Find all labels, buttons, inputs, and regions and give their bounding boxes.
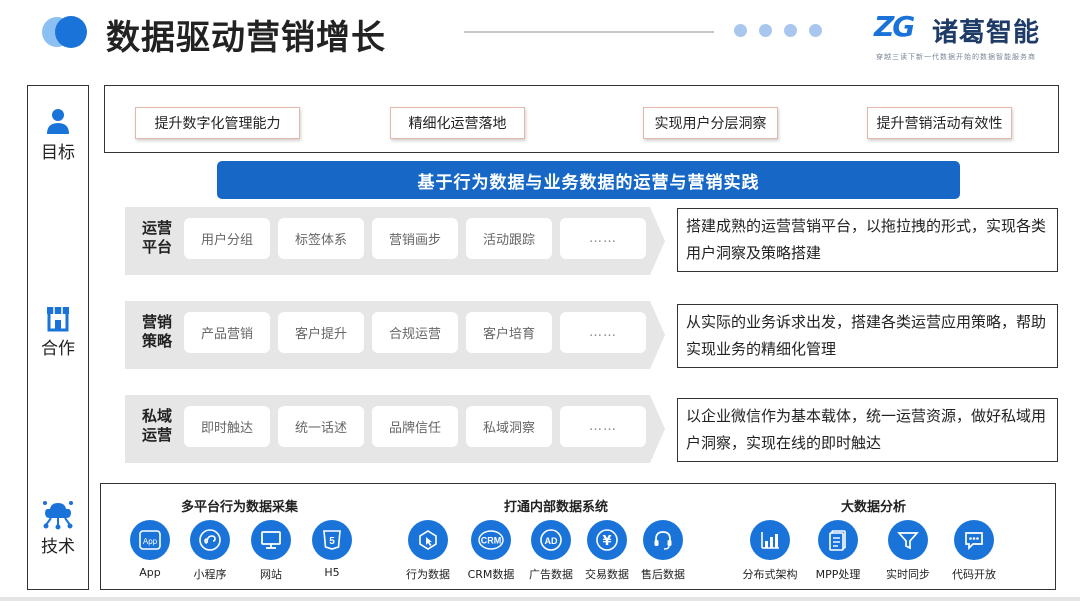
tech-group-title: 打通内部数据系统 — [504, 500, 609, 515]
goals-box: 提升数字化管理能力 精细化运营落地 实现用户分层洞察 提升营销活动有效性 — [104, 85, 1059, 153]
document-icon — [818, 520, 858, 560]
tech-item-realtime-sync: 实时同步 — [875, 520, 941, 582]
row-chip: 私域洞察 — [466, 406, 552, 447]
row-description: 从实际的业务诉求出发，搭建各类运营应用策略，帮助实现业务的精细化管理 — [677, 304, 1058, 368]
category-goal: 目标 — [28, 106, 88, 163]
tech-item-app: App App — [117, 520, 183, 579]
svg-text:¥: ¥ — [602, 534, 611, 549]
category-cooperation-label: 合作 — [41, 339, 75, 359]
goal-item: 实现用户分层洞察 — [643, 107, 778, 139]
tech-item-website: 网站 — [238, 520, 304, 582]
tech-item-h5: 5 H5 — [299, 520, 365, 579]
row-chip: 用户分组 — [184, 218, 270, 259]
title-dots-logo — [40, 12, 96, 52]
bar-chart-icon — [750, 520, 790, 560]
category-tech: 技术 — [28, 498, 88, 557]
funnel-icon — [888, 520, 928, 560]
header-divider — [464, 31, 714, 33]
practice-row-private-domain: 私域 运营 即时触达 统一话述 品牌信任 私域洞察 …… — [125, 395, 665, 463]
headset-icon — [643, 520, 683, 560]
row-description: 搭建成熟的运营营销平台，以拖拉拽的形式，实现各类用户洞察及策略搭建 — [677, 208, 1058, 272]
tech-group-title: 多平台行为数据采集 — [181, 500, 299, 515]
svg-text:AD: AD — [545, 536, 558, 546]
ad-icon: AD — [531, 520, 571, 560]
tech-item-mpp-processing: MPP处理 — [805, 520, 871, 582]
tech-item-open-code: 代码开放 — [941, 520, 1007, 582]
row-chip-more: …… — [560, 312, 646, 353]
header-dots — [734, 24, 822, 37]
brand-logo: ZG 诸葛智能 穿越三读下新一代数据开始的数据智能服务商 — [874, 10, 1074, 61]
row-label: 营销 策略 — [141, 313, 172, 350]
goal-item: 提升营销活动有效性 — [867, 107, 1012, 139]
tech-item-distributed-architecture: 分布式架构 — [737, 520, 803, 582]
person-icon — [47, 109, 69, 134]
tech-item-mini-program: 小程序 — [177, 520, 243, 582]
store-icon — [47, 307, 69, 332]
goal-item: 提升数字化管理能力 — [135, 107, 300, 139]
page-title: 数据驱动营销增长 — [106, 18, 386, 58]
row-chip: 即时触达 — [184, 406, 270, 447]
monitor-icon — [251, 520, 291, 560]
row-label: 私域 运营 — [141, 407, 172, 444]
row-chip: 产品营销 — [184, 312, 270, 353]
goal-item: 精细化运营落地 — [390, 107, 525, 139]
app-icon: App — [130, 520, 170, 560]
tech-item-crm-data: CRM CRM数据 — [458, 520, 524, 582]
row-chip: 营销画步 — [372, 218, 458, 259]
row-chip: 客户提升 — [278, 312, 364, 353]
category-cooperation: 合作 — [28, 304, 88, 359]
row-chip-more: …… — [560, 406, 646, 447]
bottom-border — [0, 597, 1080, 601]
yen-icon: ¥ — [587, 520, 627, 560]
row-chip: 活动跟踪 — [466, 218, 552, 259]
row-chip: 客户培育 — [466, 312, 552, 353]
row-chip: 合规运营 — [372, 312, 458, 353]
row-chip: 统一话述 — [278, 406, 364, 447]
crm-icon: CRM — [471, 520, 511, 560]
svg-text:5: 5 — [329, 536, 335, 547]
network-icon — [43, 501, 73, 530]
svg-text:CRM: CRM — [481, 536, 502, 546]
cursor-icon — [408, 520, 448, 560]
mini-program-icon — [190, 520, 230, 560]
row-chip-more: …… — [560, 218, 646, 259]
category-tech-label: 技术 — [41, 537, 75, 557]
html5-icon: 5 — [312, 520, 352, 560]
tech-item-after-sales-data: 售后数据 — [630, 520, 696, 582]
tech-item-behavior-data: 行为数据 — [395, 520, 461, 582]
row-chip: 标签体系 — [278, 218, 364, 259]
row-chip: 品牌信任 — [372, 406, 458, 447]
practice-banner: 基于行为数据与业务数据的运营与营销实践 — [217, 161, 960, 199]
practice-row-operations-platform: 运营 平台 用户分组 标签体系 营销画步 活动跟踪 …… — [125, 207, 665, 275]
category-goal-label: 目标 — [41, 143, 75, 163]
brand-slogan: 穿越三读下新一代数据开始的数据智能服务商 — [876, 53, 1036, 61]
svg-text:App: App — [143, 537, 158, 546]
chat-icon — [954, 520, 994, 560]
row-label: 运营 平台 — [141, 219, 172, 256]
tech-box: 多平台行为数据采集 打通内部数据系统 大数据分析 App App 小程序 网站 … — [100, 483, 1056, 590]
practice-row-marketing-strategy: 营销 策略 产品营销 客户提升 合规运营 客户培育 …… — [125, 301, 665, 369]
tech-group-title: 大数据分析 — [841, 500, 907, 515]
row-description: 以企业微信作为基本载体，统一运营资源，做好私域用户洞察，实现在线的即时触达 — [677, 398, 1058, 462]
brand-name: 诸葛智能 — [932, 18, 1041, 48]
left-category-column: 目标 合作 技术 — [27, 85, 89, 590]
